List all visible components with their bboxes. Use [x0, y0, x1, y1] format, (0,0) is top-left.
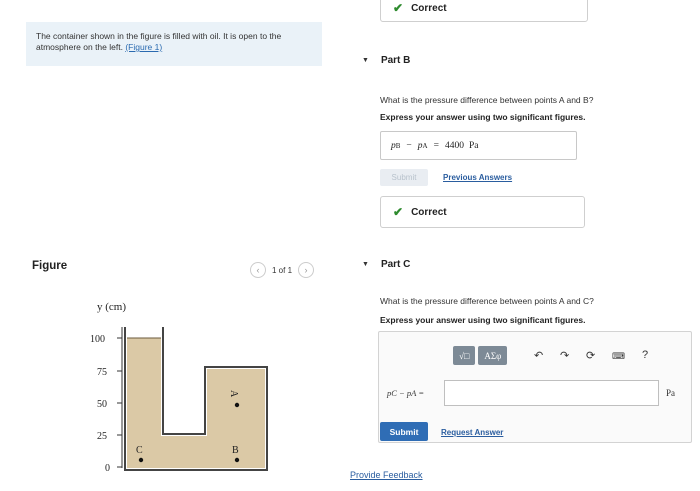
- part-b-question: What is the pressure difference between …: [380, 95, 594, 105]
- part-a-correct-banner: ✔ Correct: [380, 0, 588, 22]
- tick-label-50: 50: [97, 399, 107, 410]
- part-c-equation-label: pC − pA =: [387, 388, 425, 398]
- pager-text: 1 of 1: [272, 265, 293, 275]
- part-c-question: What is the pressure difference between …: [380, 296, 594, 306]
- greek-symbols-button[interactable]: ΑΣφ: [478, 346, 508, 365]
- redo-icon[interactable]: ↷: [560, 349, 569, 362]
- provide-feedback-link[interactable]: Provide Feedback: [350, 470, 423, 480]
- answer-value: 4400: [444, 140, 464, 151]
- part-c-title: Part C: [380, 259, 411, 270]
- request-answer-link[interactable]: Request Answer: [441, 428, 503, 437]
- point-b-label: B: [232, 445, 239, 456]
- collapse-caret-icon: ▼: [362, 261, 369, 268]
- check-icon: ✔: [393, 205, 404, 219]
- part-c-submit-button[interactable]: Submit: [380, 422, 428, 441]
- part-b-title: Part B: [380, 55, 411, 66]
- keyboard-icon[interactable]: ⌨: [612, 351, 625, 362]
- collapse-caret-icon: ▼: [362, 57, 369, 64]
- next-figure-button[interactable]: ›: [298, 262, 315, 278]
- templates-button[interactable]: √□: [453, 346, 476, 365]
- tick-label-0: 0: [105, 463, 110, 474]
- y-axis-label: y (cm): [97, 301, 126, 313]
- point-c-label: C: [136, 445, 143, 456]
- pb-sub: B: [395, 141, 401, 150]
- oil-fill: [127, 338, 265, 468]
- answer-unit: Pa: [468, 140, 479, 151]
- part-c-answer-input[interactable]: [444, 380, 659, 406]
- minus-sign: −: [406, 140, 412, 151]
- part-c-header[interactable]: ▼ Part C: [362, 259, 410, 270]
- figure-title: Figure: [32, 260, 68, 272]
- part-b-header[interactable]: ▼ Part B: [362, 55, 410, 66]
- prev-figure-button[interactable]: ‹: [250, 262, 266, 278]
- correct-label: Correct: [411, 2, 447, 14]
- tick-label-25: 25: [97, 431, 107, 442]
- point-c-dot: [138, 457, 144, 463]
- pa-sub: A: [422, 141, 428, 150]
- part-b-answer-display: pB − pA = 4400 Pa: [380, 131, 577, 160]
- problem-intro: The container shown in the figure is fil…: [26, 22, 322, 66]
- undo-icon[interactable]: ↶: [534, 349, 543, 362]
- figure-pager: ‹ 1 of 1 ›: [250, 262, 315, 278]
- part-b-instruction: Express your answer using two significan…: [380, 112, 586, 122]
- part-b-correct-banner: ✔ Correct: [380, 196, 585, 228]
- container-figure: y (cm) 100 75 50 25 0 A B C: [90, 301, 268, 474]
- help-icon[interactable]: ?: [642, 349, 648, 361]
- part-c-instruction: Express your answer using two significan…: [380, 315, 586, 325]
- check-icon: ✔: [393, 1, 404, 15]
- part-c-unit: Pa: [666, 388, 675, 398]
- tick-label-75: 75: [97, 367, 107, 378]
- tick-label-100: 100: [90, 334, 105, 345]
- point-a-dot: [234, 402, 240, 408]
- equals-sign: =: [433, 140, 439, 151]
- part-b-correct-label: Correct: [411, 206, 447, 218]
- previous-answers-link[interactable]: Previous Answers: [443, 173, 512, 182]
- figure-link[interactable]: (Figure 1): [125, 42, 162, 52]
- point-a-label: A: [228, 390, 239, 398]
- part-b-submit-button-disabled[interactable]: Submit: [380, 169, 428, 186]
- reset-icon[interactable]: ⟳: [586, 349, 595, 362]
- math-toolbar: √□ ΑΣφ: [453, 346, 508, 365]
- point-b-dot: [234, 457, 240, 463]
